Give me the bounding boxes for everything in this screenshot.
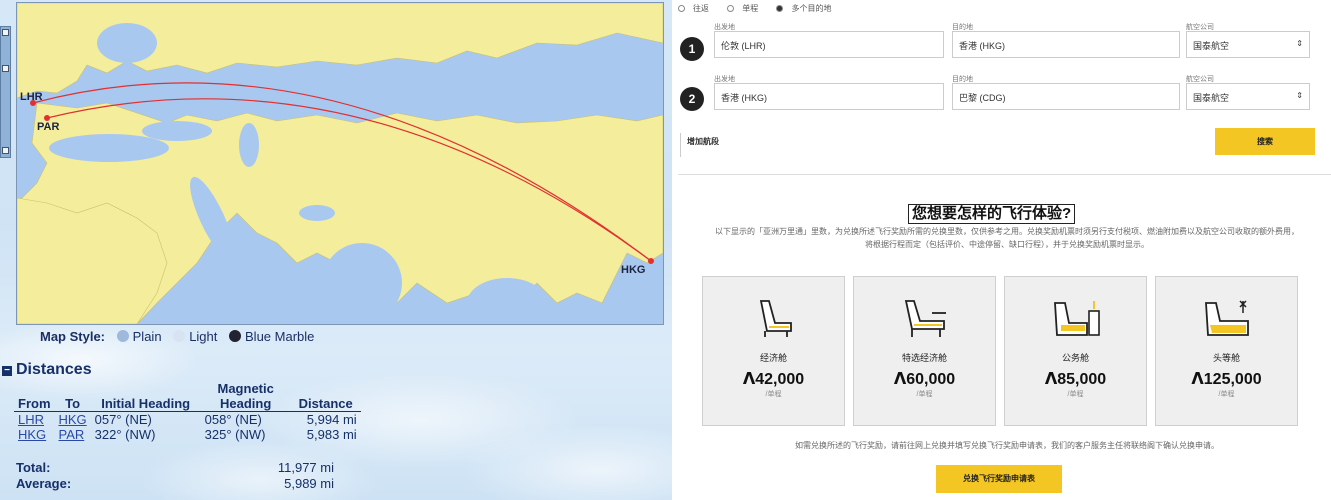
distance-value: 5,983 mi <box>306 427 357 442</box>
search-button[interactable]: 搜索 <box>1215 128 1315 155</box>
cabin-points: ᐱ85,000 <box>1044 371 1107 388</box>
cabin-card-premium-economy[interactable]: 特选经济舱 ᐱ60,000 /单程 <box>853 276 996 426</box>
airline-select[interactable]: 国泰航空 ⇕ <box>1186 83 1310 110</box>
destination-input[interactable]: 巴黎 (CDG) <box>952 83 1180 110</box>
zoom-in-icon[interactable] <box>2 29 9 36</box>
average-value: 5,989 mi <box>284 476 334 491</box>
average-label: Average: <box>16 476 72 491</box>
totals-values: 11,977 mi 5,989 mi <box>244 460 334 492</box>
cabin-card-economy[interactable]: 经济舱 ᐱ42,000 /单程 <box>702 276 845 426</box>
from-airport-link[interactable]: LHR <box>18 412 44 427</box>
globe-icon <box>229 330 242 342</box>
zoom-out-icon[interactable] <box>2 147 9 154</box>
col-initial-heading: Initial Heading <box>90 381 201 412</box>
destination-field: 目的地 香港 (HKG) <box>952 22 1180 58</box>
map-style-selector: Map Style: Plain Light Blue Marble <box>40 329 322 344</box>
col-distance: Distance <box>290 381 361 412</box>
col-to: To <box>54 381 91 412</box>
airline-select[interactable]: 国泰航空 ⇕ <box>1186 31 1310 58</box>
col-from: From <box>14 381 55 412</box>
cabin-card-first[interactable]: 头等舱 ᐱ125,000 /单程 <box>1155 276 1298 426</box>
trip-type-selector: 往返 单程 多个目的地 <box>678 3 847 14</box>
magnetic-heading: 058° (NE) <box>204 412 262 427</box>
origin-field: 出发地 伦敦 (LHR) <box>714 22 944 58</box>
section-title: 您想要怎样的飞行体验? <box>908 204 1076 224</box>
table-row: HKG PAR 322° (NW) 325° (NW) 5,983 mi <box>14 427 361 442</box>
route-map-panel: LHR PAR HKG Map Style: Plain Light Blue … <box>0 0 672 500</box>
dropdown-icon: ⇕ <box>1296 91 1303 100</box>
magnetic-heading: 325° (NW) <box>204 427 266 442</box>
cabin-points: ᐱ60,000 <box>893 371 956 388</box>
cabin-points: ᐱ125,000 <box>1191 371 1262 388</box>
award-claim-form-button[interactable]: 兑换飞行奖励申请表 <box>936 465 1062 493</box>
from-airport-link[interactable]: HKG <box>18 427 46 442</box>
to-airport-link[interactable]: PAR <box>59 427 85 442</box>
totals-labels: Total: Average: <box>16 460 71 492</box>
airport-label-hkg: HKG <box>621 264 645 276</box>
table-row: LHR HKG 057° (NE) 058° (NE) 5,994 mi <box>14 412 361 427</box>
globe-icon <box>173 330 186 342</box>
segment-number: 2 <box>680 87 704 111</box>
section-description: 以下显示的「亚洲万里通」里数，为兑换所述飞行奖励所需的兑换里数，仅供参考之用。兑… <box>715 227 1299 249</box>
radio-icon <box>727 5 735 12</box>
globe-icon <box>116 330 129 342</box>
initial-heading: 322° (NW) <box>94 427 156 442</box>
trip-type-return[interactable]: 往返 <box>678 4 717 13</box>
radio-icon <box>678 5 685 12</box>
trip-type-oneway[interactable]: 单程 <box>727 4 766 13</box>
premium-seat-icon <box>904 300 946 337</box>
initial-heading: 057° (NE) <box>94 412 152 427</box>
first-class-seat-icon <box>1205 300 1249 336</box>
collapse-icon[interactable]: − <box>2 366 12 376</box>
section-divider <box>678 174 1331 175</box>
segment-number: 1 <box>680 37 704 61</box>
destination-field: 目的地 巴黎 (CDG) <box>952 74 1180 110</box>
award-booking-panel: 往返 单程 多个目的地 1 出发地 伦敦 (LHR) 目的地 香港 (HKG) … <box>672 0 1331 500</box>
map-style-plain[interactable]: Plain <box>116 329 162 344</box>
distances-heading[interactable]: − Distances <box>2 361 92 379</box>
zoom-slider[interactable] <box>0 26 11 158</box>
economy-seat-icon <box>759 300 792 337</box>
radio-icon <box>776 5 784 12</box>
cabin-points: ᐱ42,000 <box>742 371 805 388</box>
total-label: Total: <box>16 460 51 475</box>
origin-input[interactable]: 伦敦 (LHR) <box>714 31 944 58</box>
map-style-light[interactable]: Light <box>173 329 217 344</box>
trip-type-multicity[interactable]: 多个目的地 <box>776 4 839 13</box>
claim-note: 如需兑换所述的飞行奖励，请前往网上兑换并填写兑换飞行奖励申请表，我们的客户服务主… <box>795 441 1219 450</box>
map-style-blue-marble[interactable]: Blue Marble <box>229 329 314 344</box>
airport-marker-hkg[interactable] <box>648 258 654 264</box>
airline-field: 航空公司 国泰航空 ⇕ <box>1186 74 1310 110</box>
origin-field: 出发地 香港 (HKG) <box>714 74 944 110</box>
destination-input[interactable]: 香港 (HKG) <box>952 31 1180 58</box>
distance-value: 5,994 mi <box>306 412 357 427</box>
airline-field: 航空公司 国泰航空 ⇕ <box>1186 22 1310 58</box>
col-magnetic-heading: Magnetic Heading <box>200 381 291 412</box>
add-segment-button[interactable]: 增加航段 <box>680 133 719 157</box>
dropdown-icon: ⇕ <box>1296 39 1303 48</box>
to-airport-link[interactable]: HKG <box>59 412 87 427</box>
airport-label-lhr: LHR <box>20 91 43 103</box>
zoom-knob[interactable] <box>2 65 9 72</box>
route-map[interactable]: LHR PAR HKG <box>16 2 664 325</box>
business-seat-icon <box>1054 301 1100 336</box>
airport-label-par: PAR <box>37 121 59 133</box>
distances-table: From To Initial Heading Magnetic Heading… <box>14 381 361 442</box>
total-value: 11,977 mi <box>277 460 334 475</box>
cabin-card-business[interactable]: 公务舱 ᐱ85,000 /单程 <box>1004 276 1147 426</box>
origin-input[interactable]: 香港 (HKG) <box>714 83 944 110</box>
map-style-label: Map Style: <box>40 329 106 344</box>
